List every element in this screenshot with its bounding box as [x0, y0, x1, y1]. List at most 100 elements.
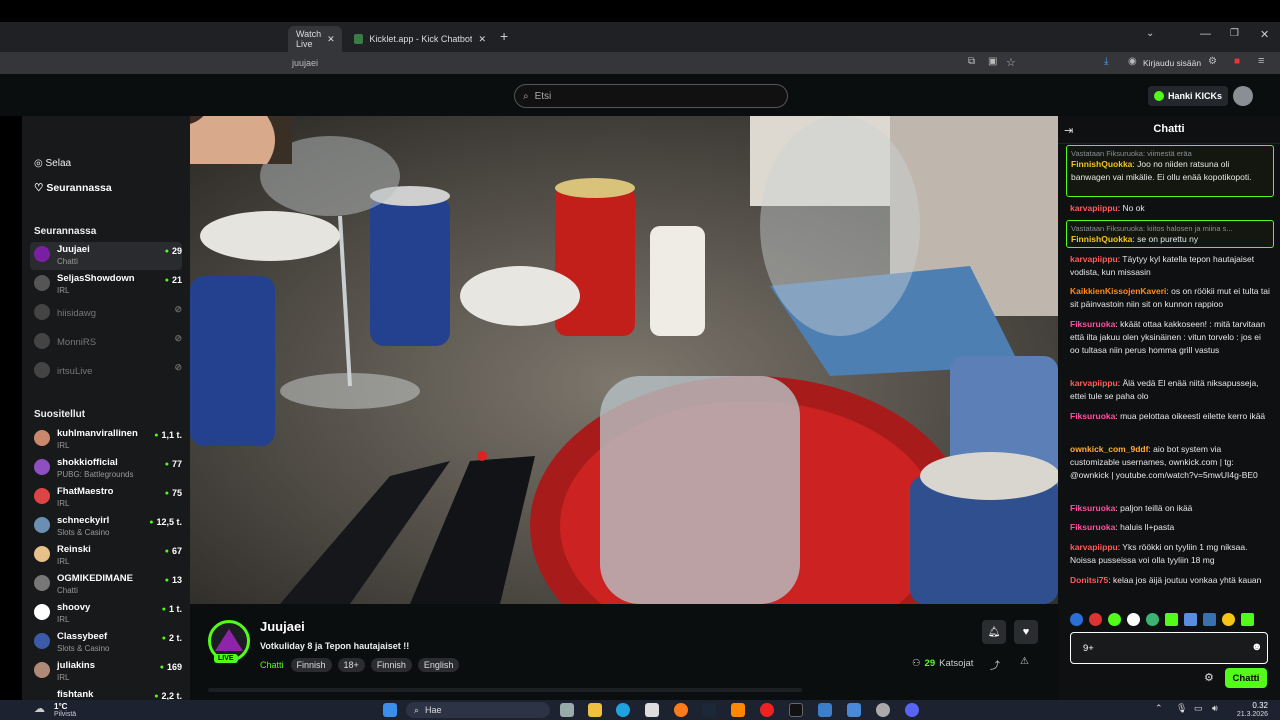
- opera-icon[interactable]: [760, 703, 774, 717]
- windows-start-icon[interactable]: [383, 703, 397, 717]
- discord-icon[interactable]: [905, 703, 919, 717]
- sidebar-nav-following[interactable]: ♡ Seurannassa: [34, 182, 112, 194]
- send-chat-button[interactable]: Chatti: [1225, 668, 1267, 688]
- search-input[interactable]: ⌕ Etsi: [514, 84, 788, 108]
- minimize-button[interactable]: —: [1200, 28, 1211, 40]
- tag-pill[interactable]: English: [417, 658, 460, 672]
- app-icon[interactable]: [818, 703, 832, 717]
- chat-username[interactable]: Fiksuruoka: [1070, 411, 1115, 421]
- chat-username[interactable]: karvapiippu: [1070, 542, 1118, 552]
- sidebar-channel-rec[interactable]: shokkiofficial PUBG: Battlegrounds 77: [30, 455, 182, 483]
- chat-username[interactable]: Fiksuruoka: [1070, 503, 1115, 513]
- close-icon[interactable]: ✕: [478, 34, 486, 45]
- emote-icon[interactable]: [1146, 613, 1159, 626]
- sidebar-nav-browse[interactable]: ◎ Selaa: [34, 158, 71, 169]
- sidebar-channel-rec[interactable]: schneckyirl Slots & Casino 12,5 t.: [30, 513, 182, 541]
- url-text[interactable]: juujaei: [292, 58, 318, 68]
- close-icon[interactable]: ✕: [327, 34, 335, 45]
- category-link[interactable]: Chatti: [260, 660, 284, 670]
- store-icon[interactable]: [645, 703, 659, 717]
- get-kicks-button[interactable]: Hanki KICKs: [1148, 86, 1228, 106]
- emote-icon[interactable]: [1241, 613, 1254, 626]
- sidebar-channel-rec[interactable]: kuhlmanvirallinen IRL 1,1 t.: [30, 426, 182, 454]
- follow-button[interactable]: ♥: [1014, 620, 1038, 644]
- profile-icon[interactable]: ◉: [1128, 56, 1137, 67]
- app-icon[interactable]: [847, 703, 861, 717]
- emote-icon[interactable]: [1127, 613, 1140, 626]
- sidebar-channel-rec[interactable]: juliakins IRL 169: [30, 658, 182, 686]
- menu-icon[interactable]: ≡: [1258, 55, 1264, 67]
- emote-icon[interactable]: [1070, 613, 1083, 626]
- channel-name[interactable]: Juujaei: [260, 619, 305, 634]
- sidebar-channel-rec[interactable]: fishtank 2,2 t.: [30, 687, 182, 700]
- settings-icon[interactable]: [876, 703, 890, 717]
- network-icon[interactable]: ▭: [1194, 703, 1203, 714]
- tag-pill[interactable]: Finnish: [370, 658, 412, 672]
- window-close-button[interactable]: ✕: [1260, 28, 1269, 41]
- vlc-icon[interactable]: [731, 703, 745, 717]
- steam-icon[interactable]: [702, 703, 716, 717]
- chat-username[interactable]: karvapiippu: [1070, 378, 1118, 388]
- tag-pill[interactable]: 18+: [337, 658, 365, 672]
- install-icon[interactable]: ▣: [988, 56, 997, 67]
- chat-message-reply[interactable]: Vastataan Fiksuruoka: kiitos halosen ja …: [1066, 220, 1274, 248]
- sidebar-channel-seljasshowdown[interactable]: SeljasShowdown IRL 21: [30, 271, 182, 299]
- extensions-icon[interactable]: ⚙: [1208, 56, 1217, 67]
- volume-icon[interactable]: 🔊︎: [1212, 703, 1218, 714]
- tab-watch-live[interactable]: Watch Live ✕: [288, 26, 342, 52]
- tab-kicklet[interactable]: Kicklet.app - Kick Chatbot and ✕: [346, 26, 494, 52]
- taskbar-search[interactable]: ⌕ Hae: [406, 702, 550, 718]
- maximize-button[interactable]: ❐: [1230, 28, 1239, 39]
- tab-list-icon[interactable]: ⌄: [1146, 28, 1154, 39]
- bookmark-star-icon[interactable]: ☆: [1006, 56, 1016, 69]
- new-tab-button[interactable]: +: [500, 28, 508, 44]
- chat-username[interactable]: FinnishQuokka: [1071, 159, 1132, 169]
- task-view-icon[interactable]: [560, 703, 574, 717]
- download-icon[interactable]: ⤓: [1104, 56, 1108, 67]
- extension-badge-icon[interactable]: ■: [1234, 56, 1240, 67]
- signin-button[interactable]: Kirjaudu sisään: [1143, 58, 1201, 68]
- user-avatar[interactable]: [1233, 86, 1253, 106]
- firefox-icon[interactable]: [674, 703, 688, 717]
- sidebar-channel-irtsulive[interactable]: irtsuLive ⊘: [30, 358, 182, 386]
- weather-temp[interactable]: 1°C: [54, 702, 67, 711]
- share-icon[interactable]: ⤴: [990, 657, 1000, 672]
- video-player[interactable]: [190, 116, 1058, 604]
- chat-input[interactable]: 9+ ☻: [1070, 632, 1268, 664]
- sidebar-channel-monnirs[interactable]: MonniRS ⊘: [30, 329, 182, 357]
- report-icon[interactable]: ⚠: [1020, 656, 1029, 667]
- emote-icon[interactable]: [1089, 613, 1102, 626]
- sidebar-channel-rec[interactable]: shoovy IRL 1 t.: [30, 600, 182, 628]
- chat-username[interactable]: karvapiippu: [1070, 203, 1118, 213]
- sidebar-channel-rec[interactable]: Classybeef Slots & Casino 2 t.: [30, 629, 182, 657]
- sidebar-channel-hiisidawg[interactable]: hiisidawg ⊘: [30, 300, 182, 328]
- file-explorer-icon[interactable]: [588, 703, 602, 717]
- sidebar-channel-rec[interactable]: OGMIKEDIMANE Chatti 13: [30, 571, 182, 599]
- tray-chevron-icon[interactable]: ⌃: [1155, 703, 1163, 714]
- emote-icon[interactable]: [1222, 613, 1235, 626]
- chat-username[interactable]: Donitsi75: [1070, 575, 1108, 585]
- terminal-icon[interactable]: [789, 703, 803, 717]
- chat-username[interactable]: karvapiippu: [1070, 254, 1118, 264]
- chat-username[interactable]: Fiksuruoka: [1070, 522, 1115, 532]
- emote-icon[interactable]: [1184, 613, 1197, 626]
- emote-icon[interactable]: [1108, 613, 1121, 626]
- sidebar-channel-rec[interactable]: FhatMaestro IRL 75: [30, 484, 182, 512]
- sidebar-channel-rec[interactable]: Reinski IRL 67: [30, 542, 182, 570]
- sidebar-channel-juujaei[interactable]: Juujaei Chatti 29: [30, 242, 182, 270]
- chat-settings-gear-icon[interactable]: ⚙: [1204, 671, 1214, 684]
- chat-username[interactable]: ownkick_com_9ddf: [1070, 444, 1148, 454]
- microphone-icon[interactable]: 🎙︎: [1176, 703, 1187, 714]
- chat-username[interactable]: FinnishQuokka: [1071, 234, 1132, 244]
- notification-bell-button[interactable]: 🔔︎: [982, 620, 1006, 644]
- edge-icon[interactable]: [616, 703, 630, 717]
- tag-pill[interactable]: Finnish: [290, 658, 332, 672]
- chat-username[interactable]: Fiksuruoka: [1070, 319, 1115, 329]
- emoji-icon[interactable]: ☻: [1251, 641, 1263, 653]
- clock-time[interactable]: 0.32: [1244, 701, 1268, 710]
- chat-message-reply[interactable]: Vastataan Fiksuruoka: viimestä eräa Finn…: [1066, 145, 1274, 197]
- translate-icon[interactable]: ⧉: [968, 56, 975, 67]
- chat-username[interactable]: KaikkienKissojenKaveri: [1070, 286, 1166, 296]
- emote-icon[interactable]: [1165, 613, 1178, 626]
- emote-icon[interactable]: [1203, 613, 1216, 626]
